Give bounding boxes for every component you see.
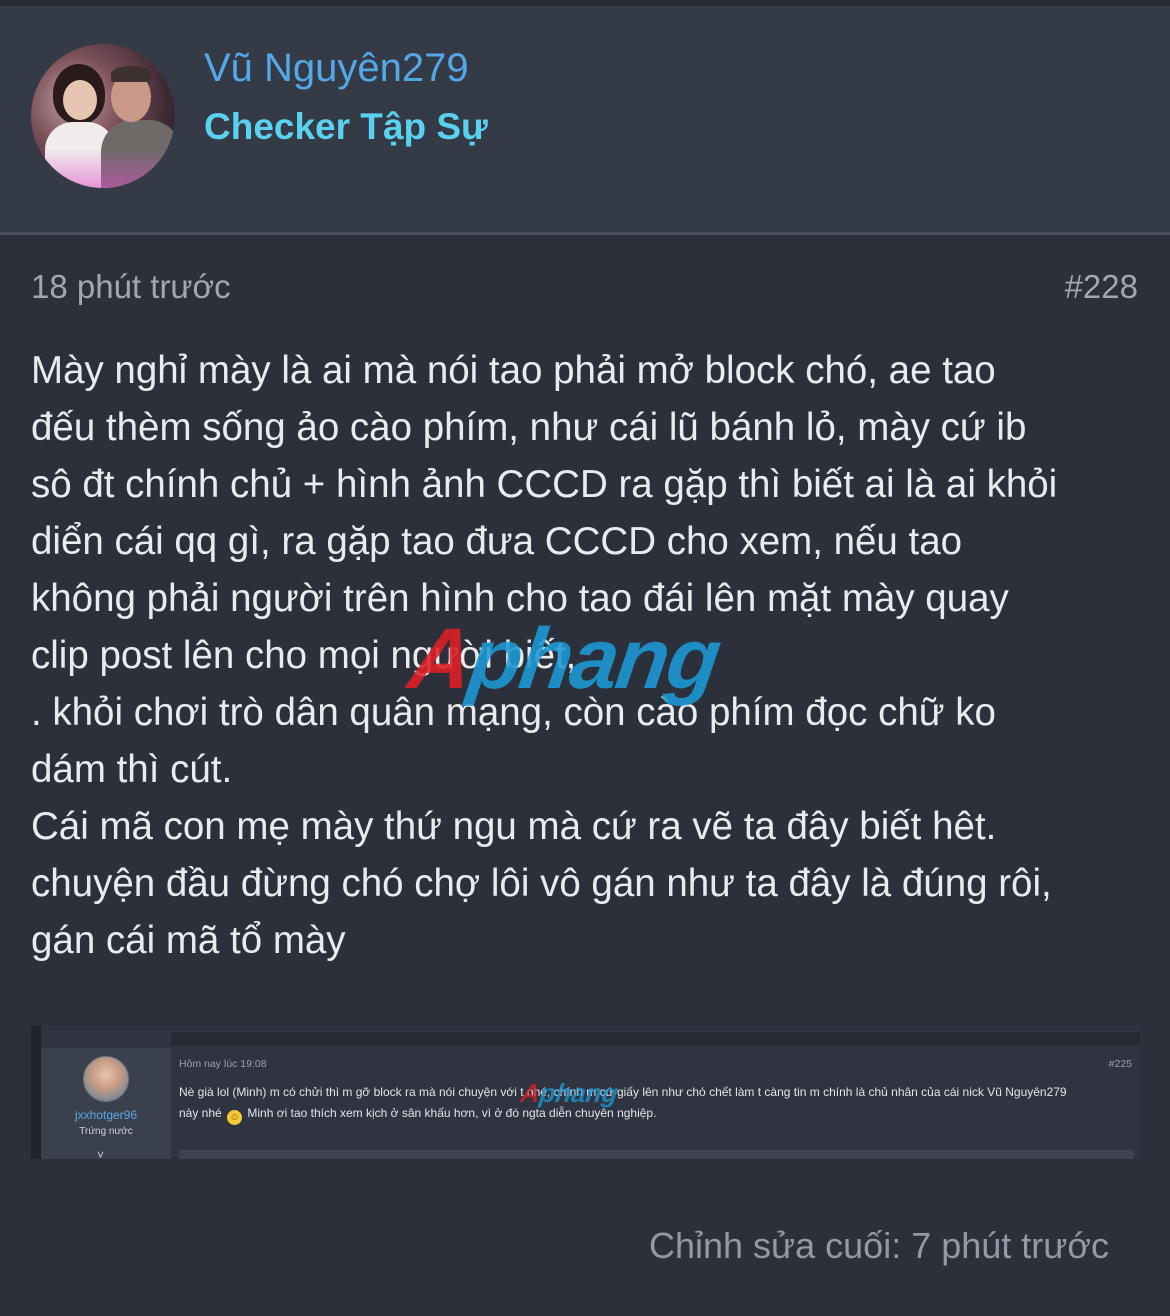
quote-avatar [83, 1056, 129, 1102]
quote-number: #225 [1108, 1058, 1132, 1070]
post-line: gán cái mã tổ mày [31, 919, 346, 962]
post-line: dám thì cút. [31, 748, 233, 791]
post-number[interactable]: #228 [1065, 268, 1138, 306]
header-divider [0, 232, 1170, 235]
user-avatar[interactable] [31, 44, 175, 188]
profile-header: Vũ Nguyên279 Checker Tập Sự [0, 0, 1170, 232]
post-line: diển cái qq gì, ra gặp tao đưa CCCD cho … [31, 520, 963, 563]
quote-text: Nè già lol (Minh) m có chửi thì m gỡ blo… [179, 1085, 1067, 1125]
post-time[interactable]: 18 phút trước [31, 268, 231, 306]
post-line: chuyện đầu đừng chó chợ lôi vô gán như t… [31, 862, 1052, 905]
last-edited-note: Chỉnh sửa cuối: 7 phút trước [648, 1225, 1109, 1266]
post-line: sô đt chính chủ + hình ảnh CCCD ra gặp t… [31, 463, 1058, 506]
post-line: Mày nghỉ mày là ai mà nói tao phải mở bl… [31, 349, 996, 392]
chevron-down-icon: ˅ [97, 1148, 105, 1159]
quote-time: Hôm nay lúc 19:08 [179, 1058, 267, 1070]
smile-emoji-icon: ☺ [227, 1110, 243, 1125]
post-line: đếu thèm sống ảo cào phím, như cái lũ bá… [31, 406, 1027, 449]
embedded-screenshot[interactable]: jxxhotger96 Trứng nước ˅ Hôm nay lúc 19:… [31, 1026, 1140, 1159]
quote-rank: Trứng nước [79, 1126, 133, 1137]
post-line: Cái mã con mẹ mày thứ ngu mà cứ ra vẽ ta… [31, 805, 997, 848]
username-link[interactable]: Vũ Nguyên279 [204, 46, 469, 91]
quote-watermark-logo: Aphang [518, 1078, 620, 1108]
watermark-logo: Aphang [403, 611, 725, 707]
user-title: Checker Tập Sự [204, 106, 488, 147]
quote-username: jxxhotger96 [74, 1108, 138, 1122]
